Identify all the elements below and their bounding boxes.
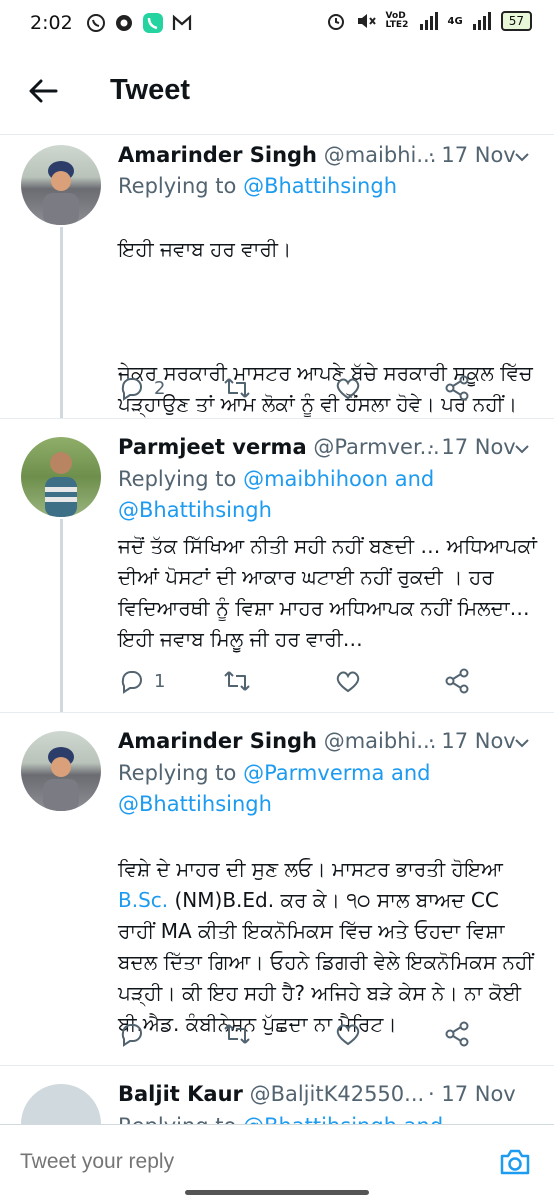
author-name[interactable]: Amarinder Singh [118, 143, 317, 167]
reply-count: 1 [154, 670, 166, 692]
back-arrow-icon[interactable] [26, 74, 60, 108]
home-indicator [185, 1190, 369, 1195]
tweet-text: ਵਿਸ਼ੇ ਦੇ ਮਾਹਰ ਦੀ ਸੁਣ ਲਓ। ਮਾਸਟਰ ਭਾਰਤੀ ਹੋਇ… [118, 857, 534, 1036]
camera-icon[interactable] [498, 1145, 532, 1179]
tweet-date[interactable]: · 17 Nov [428, 1082, 516, 1106]
like-button[interactable] [334, 373, 362, 403]
avatar[interactable] [21, 145, 101, 225]
author-handle[interactable]: @maibhi... [324, 729, 437, 753]
top-bar: Tweet [0, 50, 554, 135]
heart-icon [336, 1024, 360, 1046]
tweet-3[interactable]: Amarinder Singh @maibhi... · 17 Nov Repl… [0, 713, 554, 1066]
share-button[interactable] [443, 666, 471, 696]
signal-icon [419, 12, 438, 30]
reply-input[interactable] [18, 1149, 482, 1175]
retweet-icon [224, 671, 250, 691]
page-title: Tweet [110, 74, 191, 106]
heart-icon [336, 671, 360, 693]
avatar[interactable] [21, 437, 101, 517]
tweet-actions: 2 [118, 373, 538, 403]
phone-icon [143, 13, 163, 33]
chrome-icon [116, 15, 132, 31]
reply-icon [121, 671, 142, 694]
tweet-1[interactable]: Amarinder Singh @maibhi... · 17 Nov Repl… [0, 135, 554, 419]
mention-link[interactable]: @Bhattihsingh [243, 174, 397, 198]
like-button[interactable] [334, 666, 362, 696]
replying-to: Replying to @maibhihoon and @Bhattihsing… [118, 467, 435, 522]
tweet-4[interactable]: Baljit Kaur @BaljitK42550... · 17 Nov Re… [0, 1066, 554, 1124]
network-type: 4G [447, 15, 463, 27]
author-handle[interactable]: @BaljitK42550... [250, 1082, 425, 1106]
more-options-icon[interactable] [512, 439, 532, 459]
author-name[interactable]: Amarinder Singh [118, 729, 317, 753]
reply-button[interactable]: 2 [118, 373, 165, 403]
thread-line [60, 519, 63, 712]
retweet-button[interactable] [223, 666, 251, 696]
text-link[interactable]: B.Sc. [118, 888, 168, 912]
status-time: 2:02 [30, 12, 73, 34]
reply-icon [121, 378, 142, 401]
author-handle[interactable]: @Parmver... [313, 435, 439, 459]
retweet-icon [224, 1024, 250, 1044]
carrier-tag: VoD LTE2 [385, 11, 409, 30]
share-icon [445, 1021, 469, 1047]
more-options-icon[interactable] [512, 147, 532, 167]
author-handle[interactable]: @maibhi... [324, 143, 437, 167]
more-options-icon[interactable] [512, 733, 532, 753]
tweet-date[interactable]: · 17 Nov [428, 435, 516, 459]
alarm-icon [327, 14, 344, 30]
share-button[interactable] [443, 1019, 471, 1049]
tweet-2[interactable]: Parmjeet verma @Parmver... · 17 Nov Repl… [0, 419, 554, 713]
reply-count: 2 [154, 377, 166, 399]
mention-link[interactable]: @Bhattihsingh and [243, 1114, 443, 1124]
share-button[interactable] [443, 373, 471, 403]
mute-icon [357, 14, 376, 28]
battery-indicator: 57 [500, 11, 532, 31]
signal-icon-2 [472, 12, 491, 30]
reply-button[interactable] [118, 1019, 154, 1049]
author-name[interactable]: Parmjeet verma [118, 435, 307, 459]
heart-icon [336, 378, 360, 400]
status-bar: 2:02 VoD LTE2 4G 57 [0, 0, 554, 50]
avatar[interactable] [21, 731, 101, 811]
retweet-button[interactable] [223, 373, 251, 403]
retweet-button[interactable] [223, 1019, 251, 1049]
reply-button[interactable]: 1 [118, 666, 165, 696]
tweet-date[interactable]: · 17 Nov [428, 729, 516, 753]
retweet-icon [224, 378, 250, 398]
thread-line [60, 227, 63, 418]
author-name[interactable]: Baljit Kaur [118, 1082, 243, 1106]
tweet-text: ਇਹੀ ਜਵਾਬ ਹਰ ਵਾਰੀ। ਜੇਕਰ ਸਰਕਾਰੀ ਮਾਸਟਰ ਆਪਣੇ… [118, 237, 533, 416]
avatar[interactable] [21, 1084, 101, 1124]
gmail-icon [172, 14, 192, 30]
replying-to: Replying to @Parmverma and @Bhattihsingh [118, 761, 431, 816]
share-icon [445, 668, 469, 694]
tweet-actions: 1 [118, 666, 538, 696]
whatsapp-icon [87, 14, 105, 32]
share-icon [445, 375, 469, 401]
tweet-actions [118, 1019, 538, 1049]
tweet-date[interactable]: · 17 Nov [428, 143, 516, 167]
like-button[interactable] [334, 1019, 362, 1049]
replying-to: Replying to @Bhattihsingh and [118, 1111, 518, 1124]
replying-to: Replying to @Bhattihsingh [118, 174, 397, 198]
reply-icon [121, 1024, 142, 1047]
tweet-text: ਜਦੋਂ ਤੱਕ ਸਿੱਖਿਆ ਨੀਤੀ ਸਹੀ ਨਹੀਂ ਬਣਦੀ … ਅਧਿ… [118, 534, 537, 651]
